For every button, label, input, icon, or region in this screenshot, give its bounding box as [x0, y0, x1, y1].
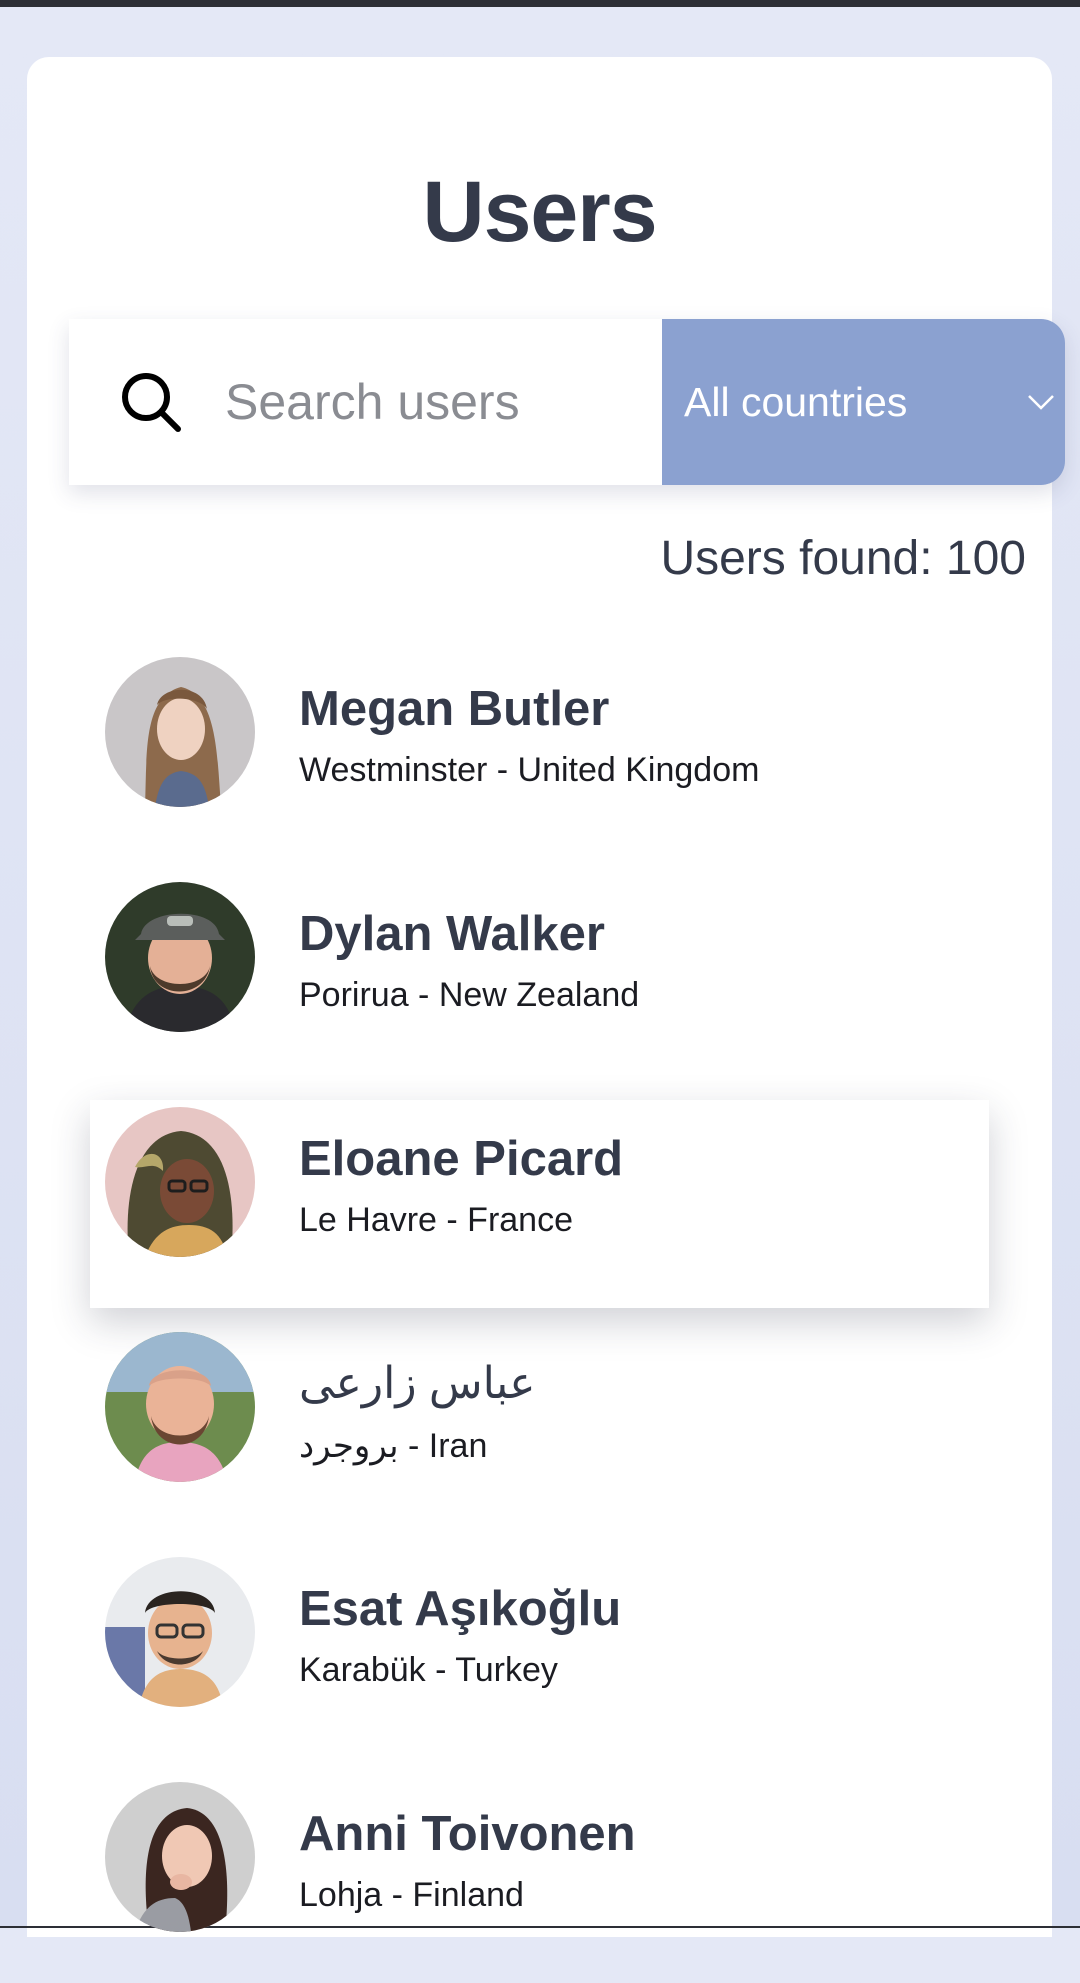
list-item[interactable]: Megan Butler Westminster - United Kingdo…: [27, 633, 1052, 858]
user-name: Anni Toivonen: [299, 1807, 636, 1861]
user-location: Lohja - Finland: [299, 1876, 524, 1914]
list-item[interactable]: Dylan Walker Porirua - New Zealand: [27, 858, 1052, 1083]
user-location: Le Havre - France: [299, 1201, 573, 1239]
search-input[interactable]: [223, 372, 647, 432]
user-name: Eloane Picard: [299, 1132, 624, 1186]
search-box[interactable]: [69, 319, 662, 485]
search-icon: [122, 373, 181, 432]
avatar: [105, 882, 255, 1032]
avatar: [105, 1107, 255, 1257]
user-location: Westminster - United Kingdom: [299, 751, 760, 789]
avatar: [105, 657, 255, 807]
country-select-value: All countries: [684, 378, 908, 425]
list-item[interactable]: عباس زارعی بروجرد - Iran: [27, 1308, 1052, 1533]
avatar: [105, 1782, 255, 1932]
list-item[interactable]: Esat Aşıkoğlu Karabük - Turkey: [27, 1533, 1052, 1758]
user-list: Megan Butler Westminster - United Kingdo…: [27, 633, 1052, 1983]
users-card: Users All countries Users found: 100: [27, 57, 1065, 1937]
list-item[interactable]: Eloane Picard Le Havre - France: [27, 1083, 1052, 1308]
user-location: Karabük - Turkey: [299, 1651, 558, 1689]
user-name: Esat Aşıkoğlu: [299, 1582, 622, 1636]
user-name: Dylan Walker: [299, 907, 605, 961]
user-location: Porirua - New Zealand: [299, 976, 640, 1014]
filter-controls: All countries: [69, 319, 1065, 485]
list-item[interactable]: Anni Toivonen Lohja - Finland: [27, 1758, 1052, 1983]
chevron-down-icon: [1028, 395, 1054, 410]
window-top-bar: [0, 0, 1080, 7]
country-select[interactable]: All countries: [662, 319, 1065, 485]
user-location: بروجرد - Iran: [299, 1427, 488, 1465]
page-title: Users: [422, 164, 657, 260]
user-name: عباس زارعی: [299, 1359, 536, 1408]
users-found-count: Users found: 100: [660, 532, 1026, 585]
avatar: [105, 1332, 255, 1482]
user-name: Megan Butler: [299, 682, 610, 736]
avatar: [105, 1557, 255, 1707]
